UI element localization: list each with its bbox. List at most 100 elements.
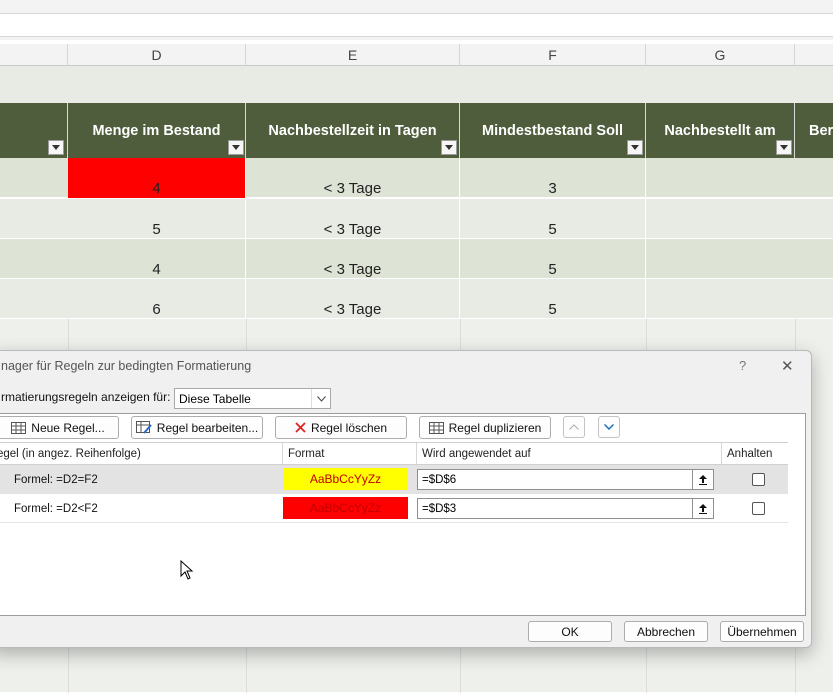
scope-select-value: Diese Tabelle bbox=[179, 391, 251, 406]
edit-rule-button[interactable]: Regel bearbeiten... bbox=[131, 416, 263, 439]
column-header-g[interactable]: G bbox=[646, 44, 795, 66]
column-stop-if-true: Anhalten bbox=[727, 447, 773, 460]
cell-value: 5 bbox=[548, 261, 557, 278]
cell-value: 3 bbox=[548, 180, 557, 197]
filter-dropdown-button[interactable] bbox=[48, 140, 64, 155]
scope-select[interactable]: Diese Tabelle bbox=[174, 388, 331, 409]
chevron-down-icon bbox=[604, 424, 614, 430]
duplicate-icon bbox=[428, 421, 444, 434]
cell-value: 5 bbox=[152, 221, 161, 238]
show-rules-label: rmatierungsregeln anzeigen für: bbox=[1, 390, 171, 404]
cell-value: < 3 Tage bbox=[323, 261, 382, 278]
chevron-up-icon bbox=[569, 424, 579, 430]
conditional-formatting-dialog: nager für Regeln zur bedingten Formatier… bbox=[0, 350, 812, 648]
sheet-row-1[interactable] bbox=[0, 66, 833, 103]
cell-mindestbestand[interactable]: 5 bbox=[460, 199, 646, 239]
chevron-down-icon bbox=[232, 145, 240, 150]
applies-to-value: =$D$6 bbox=[422, 473, 457, 486]
header-label: Nachbestellzeit in Tagen bbox=[268, 122, 437, 139]
delete-rule-label: Regel löschen bbox=[310, 420, 388, 435]
cell-mindestbestand[interactable]: 3 bbox=[460, 158, 646, 198]
chevron-down-icon bbox=[52, 145, 60, 150]
cell-menge[interactable]: 6 bbox=[68, 279, 246, 319]
duplicate-rule-label: Regel duplizieren bbox=[448, 420, 542, 435]
column-header-c[interactable] bbox=[0, 44, 68, 66]
stop-if-true-checkbox[interactable] bbox=[752, 502, 765, 515]
cell-nachbestellzeit[interactable]: < 3 Tage bbox=[246, 279, 460, 319]
range-select-icon[interactable] bbox=[692, 470, 713, 489]
cell-value: < 3 Tage bbox=[323, 221, 382, 238]
range-select-icon[interactable] bbox=[692, 499, 713, 518]
rule-description: Formel: =D2<F2 bbox=[14, 502, 98, 515]
cell-value: 5 bbox=[548, 221, 557, 238]
column-letter: E bbox=[347, 46, 358, 63]
column-letter: F bbox=[548, 46, 557, 63]
header-cell-c[interactable] bbox=[0, 103, 68, 158]
rules-grid-header: egel (in angez. Reihenfolge) Format Wird… bbox=[0, 442, 788, 465]
chevron-down-icon bbox=[780, 145, 788, 150]
help-icon[interactable]: ? bbox=[739, 358, 746, 373]
header-label: Nachbestellt am bbox=[664, 122, 776, 139]
close-icon[interactable]: ✕ bbox=[781, 357, 794, 375]
ok-button[interactable]: OK bbox=[528, 621, 612, 642]
column-header-f[interactable]: F bbox=[460, 44, 646, 66]
cell-value: 6 bbox=[152, 301, 161, 318]
mouse-cursor-icon bbox=[180, 560, 194, 580]
applies-to-field[interactable]: =$D$3 bbox=[417, 498, 714, 519]
applies-to-value: =$D$3 bbox=[422, 502, 457, 515]
delete-icon bbox=[295, 422, 306, 433]
header-label: Menge im Bestand bbox=[92, 122, 221, 139]
header-cell-nachbestellt[interactable]: Nachbestellt am bbox=[646, 103, 795, 158]
filter-dropdown-button[interactable] bbox=[441, 140, 457, 155]
dialog-title: nager für Regeln zur bedingten Formatier… bbox=[1, 359, 252, 373]
cell-nachbestellzeit[interactable]: < 3 Tage bbox=[246, 199, 460, 239]
cell-mindestbestand[interactable]: 5 bbox=[460, 239, 646, 279]
chevron-down-icon bbox=[631, 145, 639, 150]
column-applies-to: Wird angewendet auf bbox=[417, 443, 722, 464]
duplicate-rule-button[interactable]: Regel duplizieren bbox=[419, 416, 551, 439]
chevron-down-icon bbox=[445, 145, 453, 150]
cell-nachbestellzeit[interactable]: < 3 Tage bbox=[246, 158, 460, 198]
cell-menge[interactable]: 5 bbox=[68, 199, 246, 239]
cell-value: < 3 Tage bbox=[323, 180, 382, 197]
cell-mindestbestand[interactable]: 5 bbox=[460, 279, 646, 319]
stop-if-true-checkbox[interactable] bbox=[752, 473, 765, 486]
rule-row[interactable]: Formel: =D2<F2 AaBbCcYyZz =$D$3 bbox=[0, 494, 788, 523]
excel-window: D E F G Menge im Bestand Nachbestellzeit… bbox=[0, 0, 833, 693]
cell-menge[interactable]: 4 bbox=[68, 239, 246, 279]
new-rule-button[interactable]: Neue Regel... bbox=[0, 416, 119, 439]
rule-description: Formel: =D2=F2 bbox=[14, 473, 98, 486]
move-up-button[interactable] bbox=[563, 416, 585, 438]
column-header-d[interactable]: D bbox=[68, 44, 246, 66]
column-letter: G bbox=[714, 46, 726, 63]
move-down-button[interactable] bbox=[598, 416, 620, 438]
cell-value: 4 bbox=[152, 261, 161, 278]
formula-bar[interactable] bbox=[0, 13, 833, 37]
header-cell-nachbestellzeit[interactable]: Nachbestellzeit in Tagen bbox=[246, 103, 460, 158]
edit-rule-label: Regel bearbeiten... bbox=[156, 420, 259, 435]
filter-dropdown-button[interactable] bbox=[776, 140, 792, 155]
header-cell-ber[interactable]: Ber bbox=[795, 103, 833, 158]
cancel-button[interactable]: Abbrechen bbox=[624, 621, 708, 642]
header-cell-mindestbestand[interactable]: Mindestbestand Soll bbox=[460, 103, 646, 158]
format-preview: AaBbCcYyZz bbox=[283, 497, 408, 519]
cell-menge[interactable]: 4 bbox=[68, 158, 246, 198]
format-preview: AaBbCcYyZz bbox=[283, 468, 408, 490]
column-header-e[interactable]: E bbox=[246, 44, 460, 66]
rule-row[interactable]: Formel: =D2=F2 AaBbCcYyZz =$D$6 bbox=[0, 465, 788, 494]
applies-to-field[interactable]: =$D$6 bbox=[417, 469, 714, 490]
filter-dropdown-button[interactable] bbox=[627, 140, 643, 155]
filter-dropdown-button[interactable] bbox=[228, 140, 244, 155]
header-label: Mindestbestand Soll bbox=[482, 122, 623, 139]
header-cell-menge[interactable]: Menge im Bestand bbox=[68, 103, 246, 158]
delete-rule-button[interactable]: Regel löschen bbox=[275, 416, 407, 439]
cell-nachbestellzeit[interactable]: < 3 Tage bbox=[246, 239, 460, 279]
apply-button[interactable]: Übernehmen bbox=[720, 621, 804, 642]
column-format: Format bbox=[283, 443, 417, 464]
column-header-h[interactable] bbox=[795, 44, 833, 66]
chevron-down-icon[interactable] bbox=[311, 389, 330, 408]
cell-value: 4 bbox=[152, 180, 161, 197]
column-rule: egel (in angez. Reihenfolge) bbox=[0, 443, 283, 464]
cell-value: 5 bbox=[548, 301, 557, 318]
header-label: Ber bbox=[809, 122, 833, 139]
